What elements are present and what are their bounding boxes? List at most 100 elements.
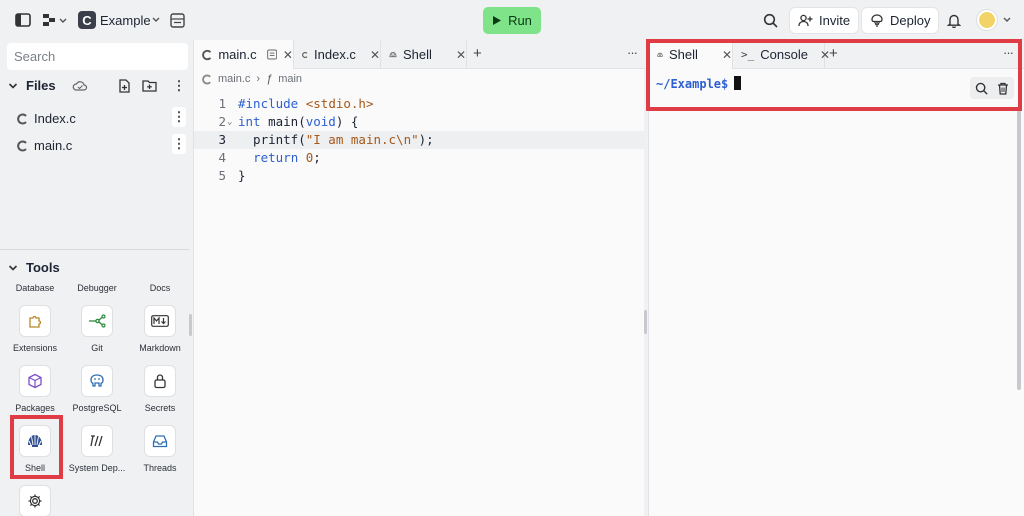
tab-label: main.c — [218, 47, 257, 62]
close-icon[interactable]: ✕ — [456, 48, 466, 62]
chevron-down-icon — [8, 264, 18, 271]
run-label: Run — [508, 13, 532, 28]
tool-packages[interactable]: Packages — [5, 365, 65, 413]
more-options-icon[interactable]: ··· — [627, 45, 638, 60]
code-editor: main.c ✕ Index.c ✕ Shell ✕ + ··· main.c … — [193, 40, 645, 516]
tool-markdown[interactable]: Markdown — [130, 305, 190, 353]
search-icon[interactable] — [762, 12, 778, 28]
tool-settings[interactable] — [5, 485, 65, 516]
package-icon — [19, 365, 51, 397]
list-item[interactable]: main.c — [17, 138, 72, 153]
tab-index-c[interactable]: Index.c ✕ — [294, 40, 381, 69]
code-text: #include <stdio.h> — [238, 95, 373, 113]
close-icon[interactable]: ✕ — [283, 48, 293, 62]
breadcrumb-symbol[interactable]: main — [278, 73, 302, 85]
avatar[interactable] — [977, 10, 997, 30]
breadcrumb: main.c › ƒ main — [202, 73, 302, 85]
system-deps-icon — [81, 425, 113, 457]
tool-label: System Dep... — [68, 463, 126, 473]
tool-label-database[interactable]: Database — [5, 283, 65, 293]
replit-menu-icon[interactable] — [42, 12, 68, 28]
line-number: 4 — [218, 150, 226, 165]
sidebar: Search Files ⋮ Index.c ⋮ main.c ⋮ Tools … — [0, 40, 193, 516]
tool-label-docs[interactable]: Docs — [130, 283, 190, 293]
tab-label: Index.c — [314, 47, 356, 62]
code-token: int — [238, 114, 261, 129]
tool-label: Secrets — [144, 403, 176, 413]
repl-language-logo: C — [78, 11, 96, 29]
deploy-icon — [871, 13, 883, 27]
deploy-button[interactable]: Deploy — [861, 7, 940, 34]
markdown-preview-icon[interactable] — [266, 49, 277, 60]
run-button[interactable]: Run — [483, 7, 541, 34]
tab-shell[interactable]: Shell ✕ — [381, 40, 467, 69]
c-file-icon — [202, 49, 212, 60]
tool-extensions[interactable]: Extensions — [5, 305, 65, 353]
tools-header-label: Tools — [26, 260, 60, 275]
shell-panel-highlight — [646, 39, 1022, 111]
tool-label: Packages — [15, 403, 55, 413]
new-folder-icon[interactable] — [142, 79, 157, 95]
code-line: 3 printf("I am main.c\n"); — [194, 131, 645, 149]
puzzle-icon — [19, 305, 51, 337]
chevron-down-icon[interactable] — [1002, 15, 1012, 25]
sidebar-resize-handle[interactable] — [189, 314, 192, 336]
fold-chevron-icon[interactable]: ⌄ — [227, 113, 232, 131]
search-input[interactable]: Search — [7, 43, 188, 70]
tool-git[interactable]: Git — [67, 305, 127, 353]
code-line: 5 } — [194, 167, 645, 185]
shell-scrollbar[interactable] — [1017, 110, 1021, 390]
file-name: Index.c — [34, 111, 76, 126]
code-token: 0 — [305, 150, 314, 165]
code-line: 1 #include <stdio.h> — [194, 95, 645, 113]
file-menu-icon[interactable]: ⋮ — [172, 107, 186, 127]
list-item[interactable]: Index.c — [17, 111, 76, 126]
tool-system-dependencies[interactable]: System Dep... — [67, 425, 127, 473]
tool-label: Extensions — [12, 343, 58, 353]
files-header-label: Files — [26, 78, 56, 93]
add-tab-icon[interactable]: + — [473, 45, 482, 62]
code-text: return 0; — [253, 150, 321, 165]
files-menu-icon[interactable]: ⋮ — [172, 76, 186, 96]
files-header[interactable]: Files — [8, 78, 88, 93]
code-token: #include — [238, 96, 299, 111]
markdown-icon — [144, 305, 176, 337]
add-user-icon — [798, 14, 813, 27]
tool-secrets[interactable]: Secrets — [130, 365, 190, 413]
workspace-layout-icon[interactable] — [169, 12, 185, 28]
line-number: 5 — [218, 168, 226, 183]
repl-name[interactable]: Example — [100, 13, 151, 28]
lock-icon — [144, 365, 176, 397]
tool-label-debugger[interactable]: Debugger — [67, 283, 127, 293]
tool-label: Git — [91, 343, 103, 353]
tool-threads[interactable]: Threads — [130, 425, 190, 473]
tools-header[interactable]: Tools — [8, 260, 60, 275]
breadcrumb-file[interactable]: main.c — [218, 73, 250, 85]
close-icon[interactable]: ✕ — [370, 48, 380, 62]
tool-postgresql[interactable]: PostgreSQL — [67, 365, 127, 413]
code-text: int main(void) { — [238, 114, 359, 129]
c-file-icon — [17, 113, 27, 124]
pane-resize-handle[interactable] — [644, 310, 647, 334]
code-text: printf("I am main.c\n"); — [238, 132, 434, 147]
tab-main-c[interactable]: main.c ✕ — [194, 40, 294, 69]
invite-label: Invite — [819, 13, 851, 28]
line-number: 1 — [218, 96, 226, 111]
chevron-down-icon[interactable] — [151, 14, 161, 26]
line-number: 2 — [218, 114, 226, 129]
invite-button[interactable]: Invite — [789, 7, 860, 34]
c-file-icon — [17, 140, 27, 151]
sidebar-toggle-icon[interactable] — [14, 12, 32, 28]
shell-icon — [389, 51, 397, 57]
top-bar: C Example Run Invite Deploy — [0, 0, 1024, 40]
tool-label: Threads — [143, 463, 177, 473]
tab-label: Shell — [403, 47, 432, 62]
function-icon: ƒ — [266, 73, 273, 85]
file-menu-icon[interactable]: ⋮ — [172, 134, 186, 154]
code-line: 2 ⌄ int main(void) { — [194, 113, 645, 131]
c-file-icon — [202, 74, 211, 84]
bell-icon[interactable] — [946, 12, 962, 28]
code-token: "I am main.c\n" — [305, 132, 419, 147]
gear-icon — [19, 485, 51, 516]
new-file-icon[interactable] — [118, 79, 131, 96]
